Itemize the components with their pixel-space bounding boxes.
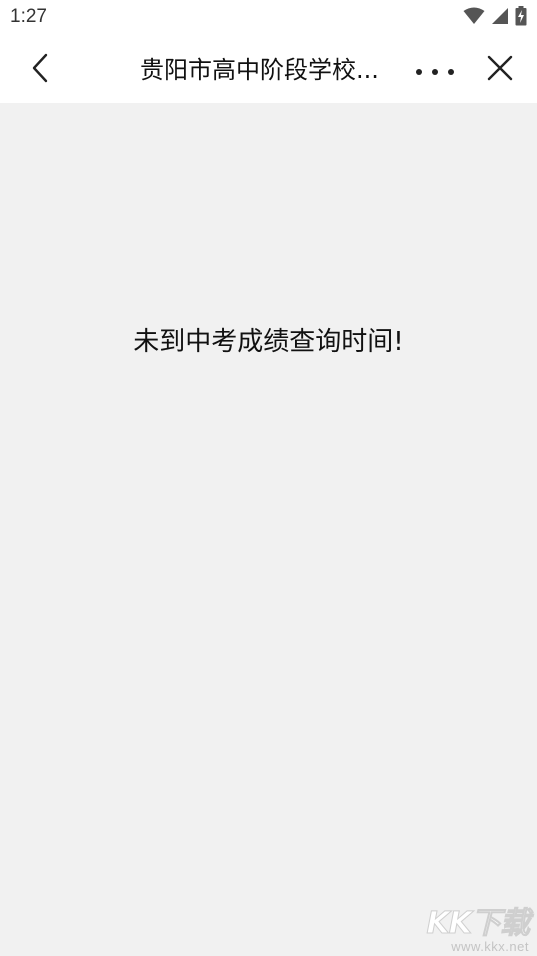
watermark-url: www.kkx.net [451, 939, 529, 954]
more-dots-icon [415, 61, 455, 80]
notice-message: 未到中考成绩查询时间! [133, 327, 404, 357]
content-area: 未到中考成绩查询时间! [0, 103, 537, 956]
watermark-logo: KK下载 [426, 906, 530, 942]
screen: 1:27 贵阳市高中阶段学校... 未到中考成绩查询时间! KK下载 www.k… [0, 0, 537, 956]
status-time: 1:27 [10, 6, 47, 27]
page-title: 贵阳市高中阶段学校... [140, 56, 379, 84]
nav-bar: 贵阳市高中阶段学校... [0, 36, 537, 103]
status-icons [463, 6, 527, 30]
close-button[interactable] [482, 52, 518, 88]
status-bar: 1:27 [0, 0, 537, 36]
watermark: KK下载 www.kkx.net [413, 898, 533, 955]
chevron-left-icon [30, 53, 50, 87]
battery-charging-icon [515, 6, 527, 30]
wifi-icon [463, 7, 485, 29]
signal-icon [491, 7, 509, 29]
back-button[interactable] [22, 52, 58, 88]
more-button[interactable] [410, 54, 460, 86]
close-icon [487, 55, 513, 85]
